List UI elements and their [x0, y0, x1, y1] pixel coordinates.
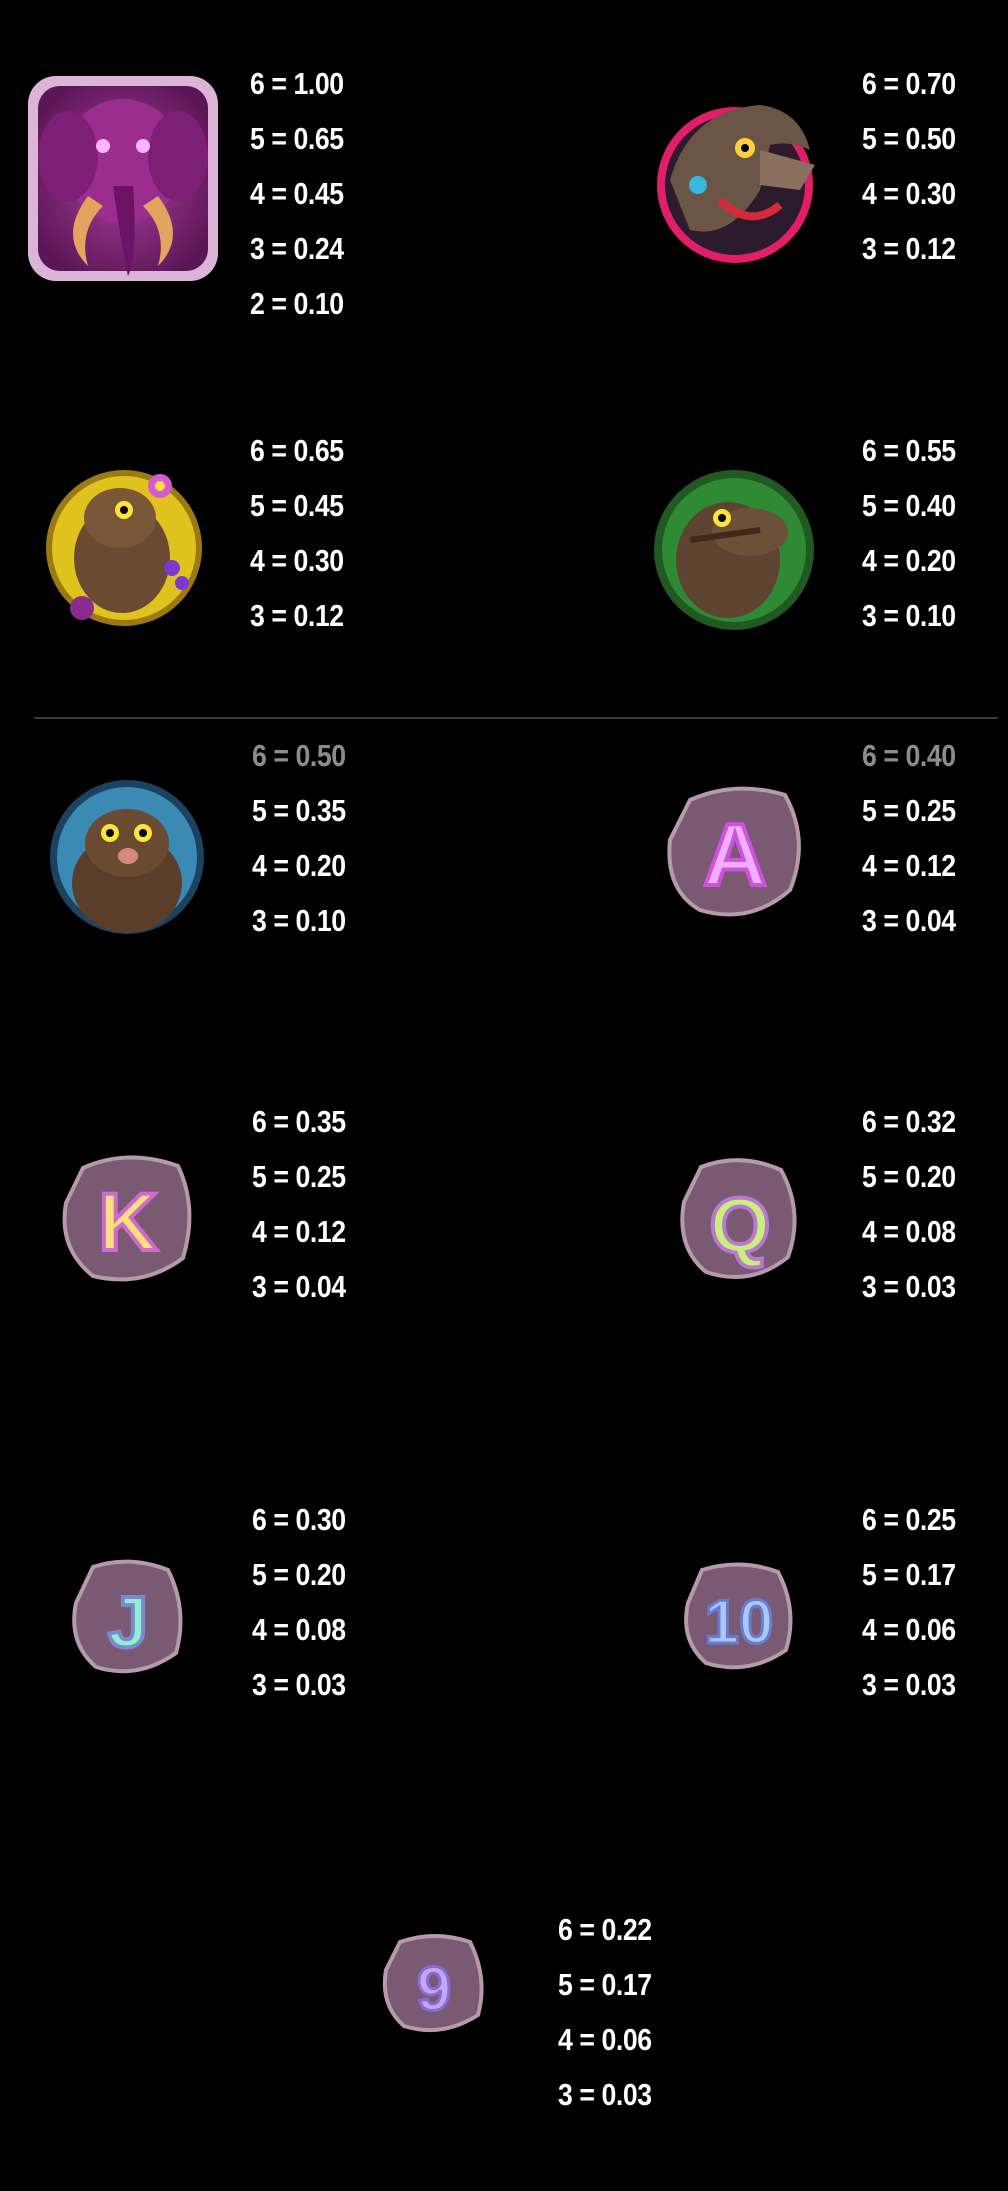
- pay-line: 3 = 0.03: [558, 2077, 652, 2112]
- pay-line: 3 = 0.03: [862, 1667, 956, 1702]
- pay-line: 4 = 0.12: [862, 848, 956, 883]
- pay-line: 5 = 0.17: [558, 1967, 652, 2002]
- pay-line: 4 = 0.45: [250, 176, 344, 211]
- pay-line: 3 = 0.03: [252, 1667, 346, 1702]
- pay-line: 5 = 0.50: [862, 121, 956, 156]
- pay-line: 6 = 0.40: [862, 738, 956, 773]
- pay-line: 5 = 0.20: [252, 1557, 346, 1592]
- pay-line: 5 = 0.35: [252, 793, 346, 828]
- svg-text:10: 10: [705, 1588, 774, 1657]
- stone-9-icon: 9: [380, 1930, 488, 2038]
- pay-line: 6 = 0.70: [862, 66, 956, 101]
- pay-line: 4 = 0.12: [252, 1214, 346, 1249]
- pay-line: 3 = 0.10: [252, 903, 346, 938]
- pay-line: 6 = 0.50: [252, 738, 346, 773]
- pay-line: 5 = 0.25: [252, 1159, 346, 1194]
- yellow-caveman-icon: [42, 458, 207, 633]
- pay-line: 4 = 0.08: [252, 1612, 346, 1647]
- pay-line: 4 = 0.30: [250, 543, 344, 578]
- pay-line: 6 = 0.55: [862, 433, 956, 468]
- wolf-icon: [650, 90, 820, 265]
- stone-q-icon: Q: [676, 1152, 804, 1287]
- pay-line: 4 = 0.30: [862, 176, 956, 211]
- stone-k-icon: K: [58, 1148, 198, 1288]
- pay-line: 4 = 0.06: [862, 1612, 956, 1647]
- divider: [34, 717, 998, 719]
- pay-line: 5 = 0.20: [862, 1159, 956, 1194]
- pay-line: 5 = 0.17: [862, 1557, 956, 1592]
- pay-line: 6 = 0.30: [252, 1502, 346, 1537]
- green-caveman-icon: [650, 460, 818, 635]
- pay-line: 6 = 0.65: [250, 433, 344, 468]
- pay-line: 3 = 0.24: [250, 231, 344, 266]
- pay-line: 3 = 0.10: [862, 598, 956, 633]
- svg-text:Q: Q: [710, 1181, 771, 1269]
- pay-line: 6 = 0.32: [862, 1104, 956, 1139]
- pay-line: 3 = 0.04: [862, 903, 956, 938]
- stone-a-icon: A: [660, 780, 810, 925]
- pay-line: 4 = 0.20: [862, 543, 956, 578]
- pay-line: 3 = 0.03: [862, 1269, 956, 1304]
- pay-line: 3 = 0.12: [250, 598, 344, 633]
- stone-10-icon: 10: [680, 1558, 798, 1676]
- pay-line: 6 = 1.00: [250, 66, 344, 101]
- pay-line: 5 = 0.25: [862, 793, 956, 828]
- pay-line: 4 = 0.20: [252, 848, 346, 883]
- pay-line: 4 = 0.08: [862, 1214, 956, 1249]
- svg-text:9: 9: [417, 1955, 451, 2024]
- pay-line: 5 = 0.45: [250, 488, 344, 523]
- svg-text:J: J: [108, 1583, 148, 1663]
- pay-line: 3 = 0.12: [862, 231, 956, 266]
- pay-line: 4 = 0.06: [558, 2022, 652, 2057]
- svg-text:K: K: [98, 1177, 157, 1268]
- blue-caveman-icon: [48, 778, 206, 936]
- pay-line: 5 = 0.40: [862, 488, 956, 523]
- pay-line: 3 = 0.04: [252, 1269, 346, 1304]
- pay-line: 6 = 0.35: [252, 1104, 346, 1139]
- pay-line: 6 = 0.25: [862, 1502, 956, 1537]
- pay-line: 6 = 0.22: [558, 1912, 652, 1947]
- pay-line: 2 = 0.10: [250, 286, 344, 321]
- mammoth-icon: [18, 56, 228, 301]
- svg-text:A: A: [703, 805, 767, 904]
- pay-line: 5 = 0.65: [250, 121, 344, 156]
- stone-j-icon: J: [68, 1555, 188, 1680]
